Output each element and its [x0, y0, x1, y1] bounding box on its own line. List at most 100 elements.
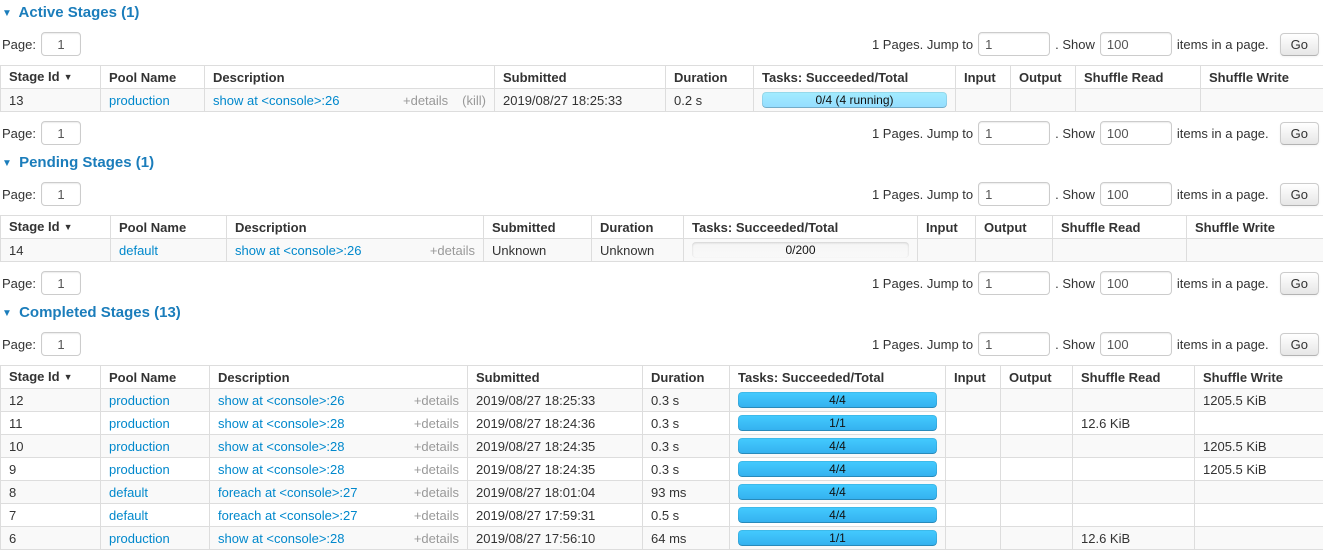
tasks-progress-bar: 0/200 [692, 242, 909, 258]
details-toggle-link[interactable]: +details [430, 243, 475, 258]
pages-count-text: 1 Pages. Jump to [872, 337, 973, 352]
column-header-output[interactable]: Output [976, 216, 1053, 239]
column-header-tasks-succeeded-total[interactable]: Tasks: Succeeded/Total [684, 216, 918, 239]
column-header-pool-name[interactable]: Pool Name [101, 66, 205, 89]
go-button[interactable]: Go [1280, 122, 1319, 145]
stage-description-link[interactable]: foreach at <console>:27 [218, 485, 358, 500]
show-items-input[interactable] [1100, 332, 1172, 356]
input-cell [946, 412, 1001, 435]
column-header-stage-id[interactable]: Stage Id▼ [1, 366, 101, 389]
tasks-progress-label: 1/1 [738, 415, 937, 431]
stage-description-link[interactable]: show at <console>:28 [218, 462, 344, 477]
column-header-input[interactable]: Input [946, 366, 1001, 389]
section-heading-completed[interactable]: ▼ Completed Stages (13) [2, 304, 1323, 323]
pool-name-link[interactable]: default [119, 243, 158, 258]
stage-description-link[interactable]: show at <console>:28 [218, 531, 344, 546]
shuffle-write-cell [1187, 239, 1323, 262]
pool-name-link[interactable]: production [109, 416, 170, 431]
page-input[interactable] [41, 271, 81, 295]
details-toggle-link[interactable]: +details [414, 416, 459, 431]
jump-to-input[interactable] [978, 121, 1050, 145]
show-items-input[interactable] [1100, 182, 1172, 206]
column-header-tasks-succeeded-total[interactable]: Tasks: Succeeded/Total [730, 366, 946, 389]
description-content: foreach at <console>:27 +details [218, 485, 459, 500]
page-input[interactable] [41, 182, 81, 206]
pool-name-link[interactable]: default [109, 508, 148, 523]
column-header-shuffle-write[interactable]: Shuffle Write [1187, 216, 1323, 239]
page-input[interactable] [41, 32, 81, 56]
details-toggle-link[interactable]: +details [414, 508, 459, 523]
show-items-input[interactable] [1100, 271, 1172, 295]
pool-name-link[interactable]: production [109, 531, 170, 546]
column-header-shuffle-read[interactable]: Shuffle Read [1076, 66, 1201, 89]
column-header-label: Submitted [492, 220, 556, 235]
pool-name-link[interactable]: production [109, 439, 170, 454]
section-heading-active[interactable]: ▼ Active Stages (1) [2, 4, 1323, 23]
completed-stages-section: ▼ Completed Stages (13) Page:1 Pages. Ju… [0, 304, 1323, 550]
stage-description-link[interactable]: show at <console>:26 [218, 393, 344, 408]
column-header-pool-name[interactable]: Pool Name [111, 216, 227, 239]
column-header-description[interactable]: Description [210, 366, 468, 389]
input-cell [946, 435, 1001, 458]
column-header-submitted[interactable]: Submitted [495, 66, 666, 89]
stage-description-link[interactable]: show at <console>:26 [235, 243, 361, 258]
pool-name-link[interactable]: default [109, 485, 148, 500]
kill-stage-link[interactable]: (kill) [462, 93, 486, 108]
jump-controls: 1 Pages. Jump to. Showitems in a page.Go [872, 332, 1319, 356]
column-header-duration[interactable]: Duration [592, 216, 684, 239]
column-header-label: Shuffle Write [1203, 370, 1283, 385]
active-stages-section: ▼ Active Stages (1) Page:1 Pages. Jump t… [0, 4, 1323, 146]
column-header-shuffle-read[interactable]: Shuffle Read [1073, 366, 1195, 389]
column-header-description[interactable]: Description [205, 66, 495, 89]
jump-to-input[interactable] [978, 271, 1050, 295]
stage-description-link[interactable]: show at <console>:28 [218, 416, 344, 431]
stage-row: 10 production show at <console>:28 +details… [1, 435, 1323, 458]
go-button[interactable]: Go [1280, 183, 1319, 206]
page-input[interactable] [41, 121, 81, 145]
column-header-description[interactable]: Description [227, 216, 484, 239]
jump-to-input[interactable] [978, 332, 1050, 356]
go-button[interactable]: Go [1280, 272, 1319, 295]
stage-description-link[interactable]: foreach at <console>:27 [218, 508, 358, 523]
go-button[interactable]: Go [1280, 33, 1319, 56]
stage-description-link[interactable]: show at <console>:26 [213, 93, 339, 108]
column-header-shuffle-write[interactable]: Shuffle Write [1201, 66, 1323, 89]
pool-name-link[interactable]: production [109, 93, 170, 108]
column-header-output[interactable]: Output [1001, 366, 1073, 389]
header-row: Stage Id▼Pool NameDescriptionSubmittedDu… [1, 66, 1323, 89]
column-header-stage-id[interactable]: Stage Id▼ [1, 66, 101, 89]
column-header-input[interactable]: Input [956, 66, 1011, 89]
stage-id-cell: 10 [1, 435, 101, 458]
column-header-stage-id[interactable]: Stage Id▼ [1, 216, 111, 239]
column-header-input[interactable]: Input [918, 216, 976, 239]
pool-name-link[interactable]: production [109, 393, 170, 408]
details-toggle-link[interactable]: +details [414, 531, 459, 546]
jump-to-input[interactable] [978, 32, 1050, 56]
column-header-submitted[interactable]: Submitted [468, 366, 643, 389]
details-toggle-link[interactable]: +details [414, 393, 459, 408]
column-header-shuffle-read[interactable]: Shuffle Read [1053, 216, 1187, 239]
column-header-tasks-succeeded-total[interactable]: Tasks: Succeeded/Total [754, 66, 956, 89]
details-toggle-link[interactable]: +details [403, 93, 448, 108]
description-content: foreach at <console>:27 +details [218, 508, 459, 523]
column-header-shuffle-write[interactable]: Shuffle Write [1195, 366, 1323, 389]
column-header-duration[interactable]: Duration [666, 66, 754, 89]
column-header-duration[interactable]: Duration [643, 366, 730, 389]
show-items-input[interactable] [1100, 32, 1172, 56]
page-input[interactable] [41, 332, 81, 356]
details-toggle-link[interactable]: +details [414, 485, 459, 500]
section-heading-pending[interactable]: ▼ Pending Stages (1) [2, 154, 1323, 173]
description-content: show at <console>:26 +details [235, 243, 475, 258]
jump-to-input[interactable] [978, 182, 1050, 206]
go-button[interactable]: Go [1280, 333, 1319, 356]
stage-description-link[interactable]: show at <console>:28 [218, 439, 344, 454]
stage-id-cell: 9 [1, 458, 101, 481]
pool-name-link[interactable]: production [109, 462, 170, 477]
details-toggle-link[interactable]: +details [414, 439, 459, 454]
column-header-output[interactable]: Output [1011, 66, 1076, 89]
column-header-pool-name[interactable]: Pool Name [101, 366, 210, 389]
show-items-input[interactable] [1100, 121, 1172, 145]
pending-stages-section: ▼ Pending Stages (1) Page:1 Pages. Jump … [0, 154, 1323, 296]
column-header-submitted[interactable]: Submitted [484, 216, 592, 239]
details-toggle-link[interactable]: +details [414, 462, 459, 477]
